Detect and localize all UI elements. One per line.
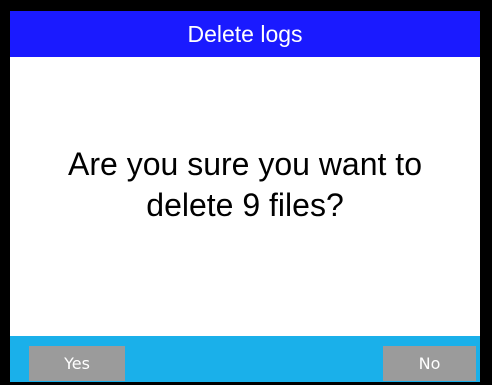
confirmation-message: Are you sure you want to delete 9 files? — [20, 144, 470, 226]
dialog-title: Delete logs — [10, 11, 480, 57]
screen-frame: Delete logs Are you sure you want to del… — [0, 0, 492, 385]
no-button[interactable]: No — [383, 346, 476, 381]
yes-button[interactable]: Yes — [29, 346, 125, 381]
delete-logs-dialog: Delete logs Are you sure you want to del… — [10, 11, 480, 382]
dialog-footer: Yes No — [10, 336, 480, 382]
message-line-2: delete 9 files? — [146, 187, 344, 223]
message-line-1: Are you sure you want to — [68, 146, 422, 182]
